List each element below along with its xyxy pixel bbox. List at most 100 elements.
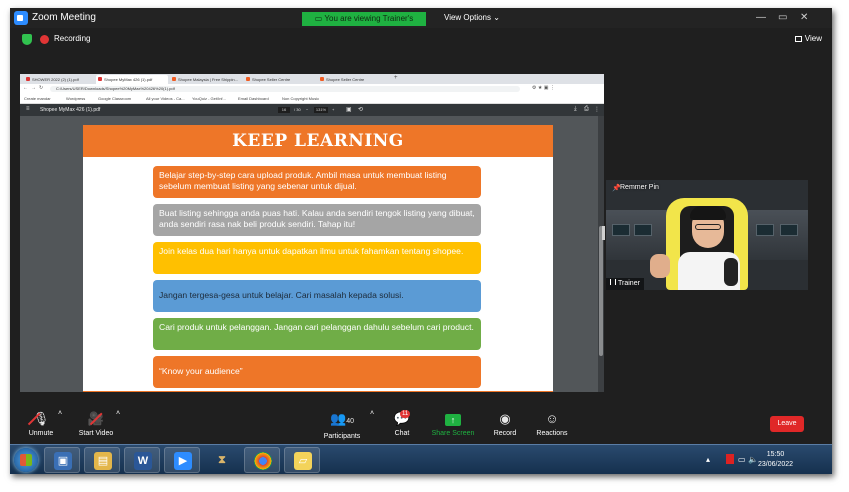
taskbar-app[interactable] [244,447,280,473]
more-icon[interactable]: ⋮ [594,106,600,113]
taskbar-app[interactable]: ⧗ [204,447,240,473]
zoom-level[interactable]: 131% [314,107,328,113]
bookmark-item[interactable]: All your Videos - Ca... [146,96,185,101]
participant-name: Trainer [618,280,640,287]
bookmarks-bar: Create mandar Wordpress Google Classroom… [20,94,604,104]
hourglass-icon: ⧗ [218,454,226,466]
zoom-in-icon[interactable]: + [332,107,334,112]
microphone-image [724,258,738,286]
monitor-image [756,224,774,236]
grid-icon [794,35,802,42]
windows-taskbar: ▣ ▤ W ▶ ⧗ ▱ ▴ ▭ 🔈 15:50 23/06/2022 [10,444,832,474]
pdf-scrollbar[interactable] [598,116,604,392]
monitor-image [780,224,798,236]
download-icon[interactable]: ⤓ [574,106,577,113]
slide-divider [83,391,553,392]
zoom-app-icon: ▶ [174,452,192,470]
share-screen-button[interactable]: ↑ Share Screen [430,410,476,437]
sticky-notes-icon: ▱ [294,452,312,470]
chat-label: Chat [394,430,410,437]
leave-button[interactable]: Leave [770,416,804,432]
fit-page-icon[interactable]: ▣ [346,106,352,113]
participants-button[interactable]: 👥40 Participants [320,410,364,440]
action-center-flag-icon[interactable] [726,454,734,464]
scrollbar-thumb[interactable] [599,226,603,356]
meeting-header: Recording View [10,28,832,50]
network-icon[interactable]: ▭ [738,455,746,464]
tab-label: Shopee MyMax 426 (1).pdf [104,77,153,82]
back-icon[interactable]: ← [23,85,28,91]
restore-icon[interactable]: ▭ [778,12,787,23]
tray-expand-icon[interactable]: ▴ [706,455,710,464]
zoom-out-icon[interactable]: − [306,107,308,112]
browser-tab[interactable]: Shopee Seller Centre [244,75,316,84]
folder-icon: ▤ [94,452,112,470]
record-button[interactable]: ◉ Record [490,410,520,437]
bookmark-item[interactable]: Google Classroom [98,96,131,101]
taskbar-app[interactable]: ▶ [164,447,200,473]
reload-icon[interactable]: ↻ [39,85,43,91]
view-button[interactable]: View [794,34,822,43]
browser-tab-active[interactable]: Shopee MyMax 426 (1).pdf [96,75,168,84]
view-options-button[interactable]: View Options ⌄ [444,13,500,22]
shopee-icon [246,77,250,81]
participants-chevron-icon[interactable]: ˄ [370,410,374,417]
tip-card: “Know your audience” [153,356,481,388]
start-video-button[interactable]: 🎥 Start Video [76,410,116,437]
pdf-icon [98,77,102,81]
bookmark-item[interactable]: Email Dashboard [238,96,269,101]
bookmark-item[interactable]: Wordpress [66,96,85,101]
video-options-chevron-icon[interactable]: ˄ [116,410,120,417]
unmute-button[interactable]: 🎙 Unmute [24,410,58,437]
record-icon: ◉ [499,411,511,426]
page-number-input[interactable]: 16 [278,107,290,113]
microphone-muted-icon: 🎙 [24,410,58,428]
slide-title: KEEP LEARNING [83,125,553,157]
browser-tab[interactable]: SHOWER 2022 (2) (1).pdf [24,75,94,84]
zoom-window: Zoom Meeting ▭ You are viewing Trainer's… [10,8,832,474]
slide-page: KEEP LEARNING Belajar step-by-step cara … [83,125,553,391]
forward-icon[interactable]: → [31,85,36,91]
rotate-icon[interactable]: ⟲ [358,106,363,113]
taskbar-app[interactable]: ▱ [284,447,320,473]
participants-icon: 👥40 [330,411,354,426]
tab-label: Shopee Malaysia | Free Shippin... [178,77,238,82]
close-icon[interactable]: ✕ [800,12,808,23]
new-tab-icon[interactable]: + [394,75,398,81]
browser-tab-bar: SHOWER 2022 (2) (1).pdf Shopee MyMax 426… [20,74,604,84]
participants-label: Participants [323,433,361,440]
shield-icon[interactable] [22,34,32,45]
panel-resize-handle[interactable] [602,226,605,240]
taskbar-app[interactable]: W [124,447,160,473]
bookmark-item[interactable]: YouQuiz - Get/Inf... [192,96,226,101]
participant-video[interactable]: 📌 Remmer Pin Trainer [606,180,808,290]
menu-icon[interactable]: ≡ [26,106,30,112]
url-input[interactable]: C:/Users/USER/Downloads/Shopee%20MyMax%2… [50,86,520,92]
volume-icon[interactable]: 🔈 [748,455,758,464]
taskbar-app[interactable]: ▤ [84,447,120,473]
extensions-icon[interactable]: ⚙ ★ ▣ ⋮ [532,85,555,91]
bookmark-item[interactable]: Create mandar [24,96,51,101]
chat-button[interactable]: 💬 11 Chat [390,410,414,437]
browser-tab[interactable]: Shopee Seller Centre [318,75,390,84]
minimize-icon[interactable]: — [756,12,766,23]
reactions-button[interactable]: ☺ Reactions [534,410,570,437]
bookmark-item[interactable]: Non Copyright Music [282,96,319,101]
view-options-label: View Options [444,13,491,22]
taskbar-app[interactable]: ▣ [44,447,80,473]
audio-options-chevron-icon[interactable]: ˄ [58,410,62,417]
print-icon[interactable]: ⎙ [584,106,589,113]
browser-tab[interactable]: Shopee Malaysia | Free Shippin... [170,75,242,84]
taskbar-clock[interactable]: 15:50 23/06/2022 [758,450,793,470]
word-icon: W [134,452,152,470]
pdf-icon [26,77,30,81]
chat-icon: 💬 11 [393,410,411,426]
monitor-image [634,224,652,236]
person-hair [690,206,726,220]
recording-icon [40,35,49,44]
shopee-icon [320,77,324,81]
participants-count: 40 [346,418,354,425]
clock-time: 15:50 [766,451,785,458]
banner-screen-icon: ▭ [314,14,325,23]
start-button-icon[interactable] [14,448,38,472]
